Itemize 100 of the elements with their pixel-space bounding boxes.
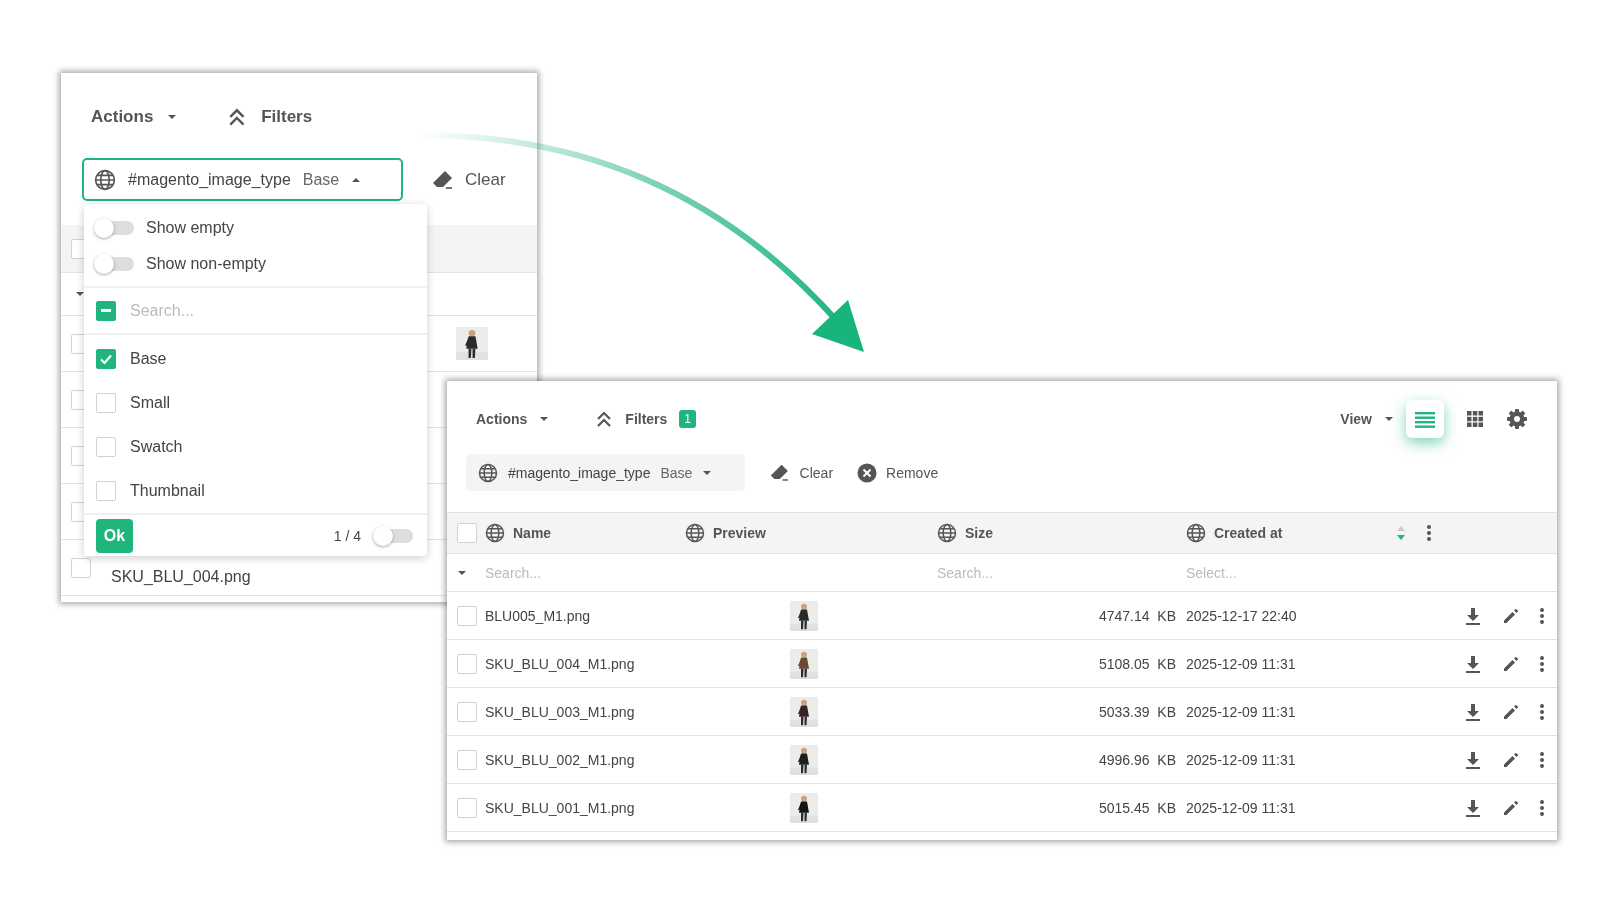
view-button[interactable]: View <box>1340 411 1394 427</box>
created-date: 2025-12-17 22:40 <box>1186 607 1298 624</box>
minus-icon <box>101 309 111 312</box>
actions-button[interactable]: Actions <box>476 411 550 427</box>
file-size: 5108.05 KB <box>1097 655 1177 672</box>
field-name: #magento_image_type <box>508 464 651 481</box>
download-button[interactable] <box>1463 605 1483 626</box>
kebab-icon <box>1426 523 1432 543</box>
download-button[interactable] <box>1463 653 1483 674</box>
kebab-icon <box>1539 701 1545 722</box>
toggle-switch[interactable] <box>373 525 413 546</box>
download-icon <box>1463 797 1483 818</box>
sort-icon[interactable] <box>1396 525 1406 541</box>
file-size: 4747.14 KB <box>1097 607 1177 624</box>
field-name: #magento_image_type <box>128 170 291 189</box>
row-checkbox[interactable] <box>457 605 477 626</box>
file-size: 4996.96 KB <box>1097 751 1177 768</box>
column-header[interactable]: Size <box>965 525 993 541</box>
field-value: Base <box>302 170 340 189</box>
toggle-switch[interactable] <box>94 218 134 238</box>
more-button[interactable] <box>1539 797 1545 818</box>
created-date: 2025-12-09 11:31 <box>1186 751 1297 768</box>
clear-button[interactable]: Clear <box>769 461 834 484</box>
option-label: Small <box>130 394 170 412</box>
caret-icon <box>539 414 550 424</box>
settings-icon <box>1506 408 1528 430</box>
kebab-icon <box>1539 605 1545 626</box>
row-checkbox[interactable] <box>457 701 477 722</box>
row-checkbox[interactable] <box>457 749 477 770</box>
toggle-switch[interactable] <box>94 254 134 274</box>
kebab-icon <box>1539 797 1545 818</box>
option-checkbox[interactable] <box>96 481 116 501</box>
field-value: Base <box>660 464 693 481</box>
more-button[interactable] <box>1539 653 1545 674</box>
file-name: SKU_BLU_004.png <box>111 566 251 586</box>
filter-chip[interactable]: #magento_image_type Base <box>466 454 745 491</box>
select-all-checkbox[interactable] <box>96 300 116 321</box>
download-button[interactable] <box>1463 701 1483 722</box>
globe-icon <box>937 523 957 543</box>
caret-icon <box>75 289 85 299</box>
download-icon <box>1463 749 1483 770</box>
download-icon <box>1463 653 1483 674</box>
file-size: 5015.45 KB <box>1097 799 1177 816</box>
more-button[interactable] <box>1539 749 1545 770</box>
file-size: 5033.39 KB <box>1097 703 1177 720</box>
more-button[interactable] <box>1539 605 1545 626</box>
filter-count-badge: 1 <box>679 410 697 428</box>
filter-field[interactable]: Select... <box>1186 564 1336 581</box>
list-icon <box>1414 410 1436 428</box>
created-date: 2025-12-09 11:31 <box>1186 703 1297 720</box>
select-all-checkbox[interactable] <box>457 523 477 543</box>
created-date: 2025-12-09 11:31 <box>1186 799 1297 816</box>
caret-icon <box>167 112 178 122</box>
toggle-label: Show non-empty <box>146 255 267 273</box>
actions-button[interactable]: Actions <box>91 107 178 127</box>
grid-icon <box>1466 410 1484 428</box>
list-view-button[interactable] <box>1406 400 1444 438</box>
filter-field[interactable]: Search... <box>937 564 1087 581</box>
kebab-icon <box>1539 749 1545 770</box>
kebab-icon <box>1539 653 1545 674</box>
search-field[interactable]: Search... <box>130 301 390 320</box>
clear-button[interactable]: Clear <box>431 167 506 192</box>
download-button[interactable] <box>1463 797 1483 818</box>
filter-field[interactable]: Search... <box>485 564 635 581</box>
row-checkbox[interactable] <box>71 557 91 578</box>
check-icon <box>99 352 113 366</box>
option-label: Base <box>130 350 167 368</box>
option-checkbox[interactable] <box>96 349 116 369</box>
globe-icon <box>478 462 498 483</box>
option-label: Swatch <box>130 438 183 456</box>
option-checkbox[interactable] <box>96 393 116 413</box>
column-header[interactable]: Preview <box>713 525 766 541</box>
created-date: 2025-12-09 11:31 <box>1186 655 1297 672</box>
toggle-label: Show empty <box>146 219 235 237</box>
option-checkbox[interactable] <box>96 437 116 457</box>
globe-icon <box>94 168 116 191</box>
filter-chip[interactable]: #magento_image_type Base <box>82 158 403 201</box>
filters-button[interactable]: Filters <box>227 107 313 127</box>
file-name: SKU_BLU_001_M1.png <box>485 799 636 816</box>
close-icon <box>857 462 878 483</box>
file-name: SKU_BLU_004_M1.png <box>485 655 636 672</box>
row-checkbox[interactable] <box>457 653 477 674</box>
globe-icon <box>1186 523 1206 543</box>
selection-count: 1 / 4 <box>333 527 361 544</box>
globe-icon <box>485 523 505 543</box>
file-name: BLU005_M1.png <box>485 607 592 624</box>
download-icon <box>1463 701 1483 722</box>
globe-icon <box>685 523 705 543</box>
option-label: Thumbnail <box>130 482 205 500</box>
row-checkbox[interactable] <box>457 797 477 818</box>
column-header[interactable]: Created at <box>1214 525 1283 541</box>
download-icon <box>1463 605 1483 626</box>
column-header[interactable]: Name <box>513 525 552 541</box>
remove-button[interactable]: Remove <box>857 462 939 483</box>
settings-button[interactable] <box>1506 408 1528 430</box>
download-button[interactable] <box>1463 749 1483 770</box>
column-menu-button[interactable] <box>1426 523 1432 543</box>
more-button[interactable] <box>1539 701 1545 722</box>
caret-icon <box>1384 414 1394 424</box>
filters-button[interactable]: Filters <box>595 410 668 428</box>
